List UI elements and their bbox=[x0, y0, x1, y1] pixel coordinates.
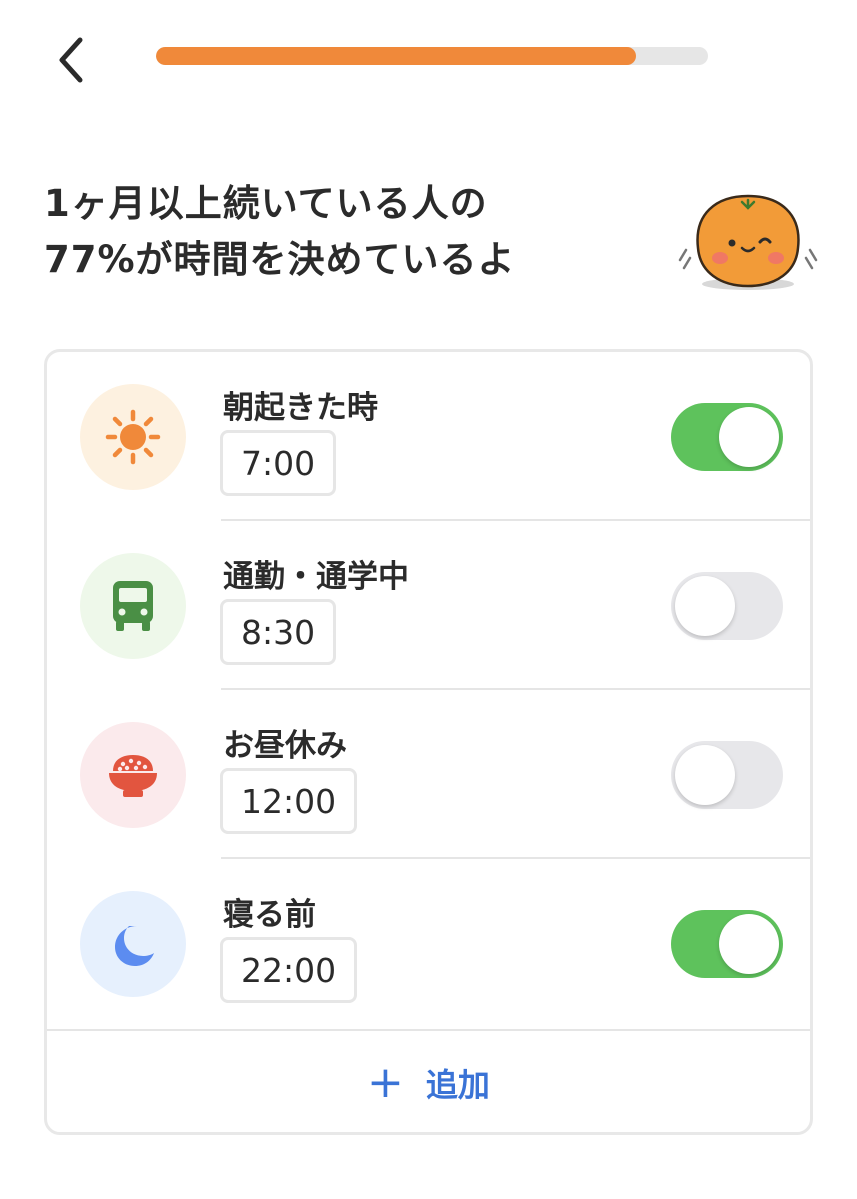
timing-card: 朝起きた時 7:00 通勤・通学中 8:30 お昼休み 12:00 寝る前 22… bbox=[44, 349, 813, 1135]
page-title: 1ヶ月以上続いている人の 77%が時間を決めているよ bbox=[44, 176, 644, 288]
time-picker[interactable]: 7:00 bbox=[220, 430, 337, 496]
item-label: 通勤・通学中 bbox=[223, 559, 409, 595]
time-picker[interactable]: 8:30 bbox=[220, 599, 337, 665]
time-picker[interactable]: 12:00 bbox=[220, 768, 358, 834]
sun-icon bbox=[105, 409, 161, 465]
toggle-knob bbox=[719, 407, 779, 467]
bus-icon-badge bbox=[80, 553, 186, 659]
title-line-2: 77%が時間を決めているよ bbox=[44, 238, 516, 281]
bus-icon bbox=[113, 581, 153, 631]
toggle-knob bbox=[675, 745, 735, 805]
list-item-commute: 通勤・通学中 8:30 bbox=[47, 521, 810, 690]
list-item-morning: 朝起きた時 7:00 bbox=[47, 352, 810, 521]
title-line-1: 1ヶ月以上続いている人の bbox=[44, 182, 488, 225]
plus-icon: + bbox=[367, 1056, 404, 1108]
add-button[interactable]: + 追加 bbox=[47, 1029, 810, 1134]
item-label: 寝る前 bbox=[223, 897, 316, 933]
enable-toggle[interactable] bbox=[671, 403, 783, 471]
enable-toggle[interactable] bbox=[671, 572, 783, 640]
orange-mascot-icon bbox=[678, 194, 818, 290]
list-item-bedtime: 寝る前 22:00 bbox=[47, 859, 810, 1028]
sun-icon-badge bbox=[80, 384, 186, 490]
item-label: お昼休み bbox=[223, 728, 347, 764]
progress-fill bbox=[156, 47, 637, 65]
enable-toggle[interactable] bbox=[671, 741, 783, 809]
moon-icon-badge bbox=[80, 891, 186, 997]
back-button[interactable] bbox=[44, 30, 100, 90]
add-label: 追加 bbox=[425, 1065, 490, 1104]
rice-bowl-icon bbox=[109, 755, 157, 797]
progress-bar bbox=[156, 47, 708, 65]
screen: 1ヶ月以上続いている人の 77%が時間を決めているよ 朝起きた時 7:00 通勤… bbox=[0, 0, 857, 1199]
rice-bowl-icon-badge bbox=[80, 722, 186, 828]
enable-toggle[interactable] bbox=[671, 910, 783, 978]
item-label: 朝起きた時 bbox=[223, 390, 378, 426]
time-picker[interactable]: 22:00 bbox=[220, 937, 358, 1003]
moon-icon bbox=[115, 926, 154, 966]
toggle-knob bbox=[719, 914, 779, 974]
toggle-knob bbox=[675, 576, 735, 636]
chevron-left-icon bbox=[59, 37, 83, 83]
list-item-lunch: お昼休み 12:00 bbox=[47, 690, 810, 859]
